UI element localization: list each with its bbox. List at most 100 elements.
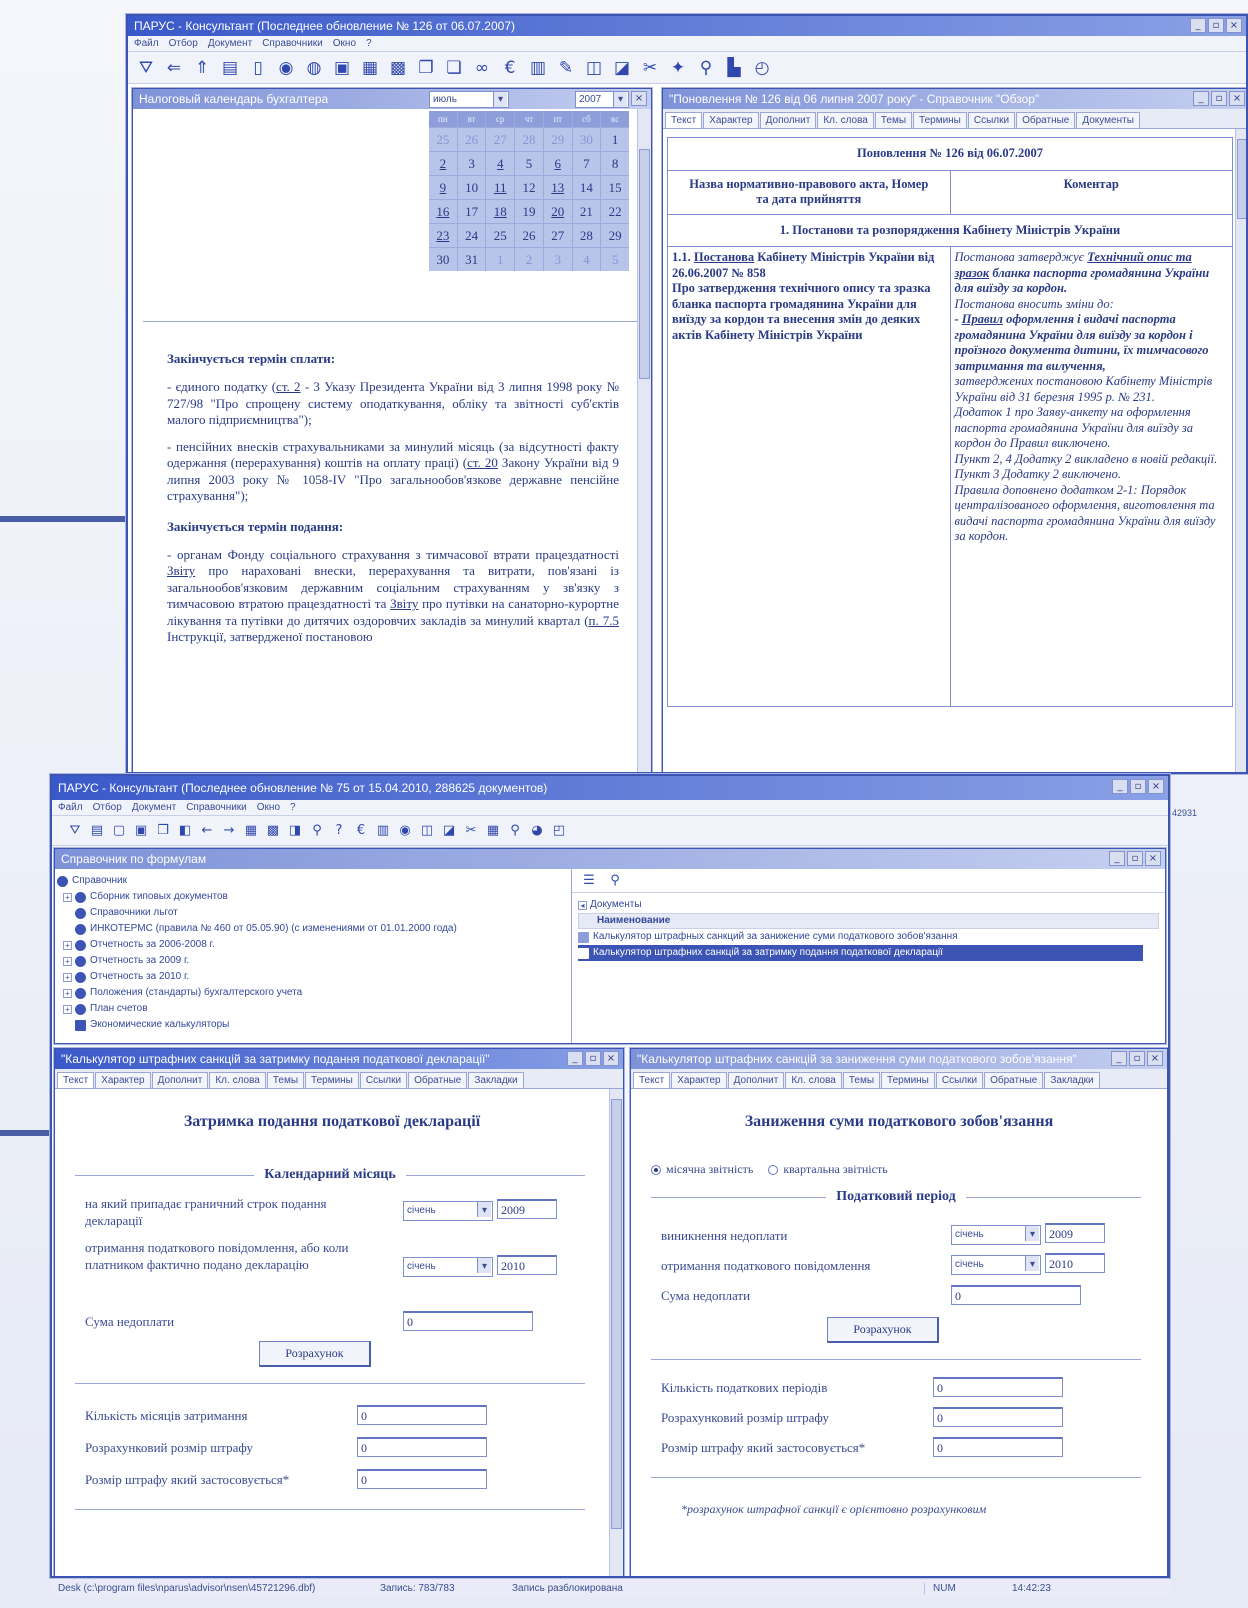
calc1-scrollbar[interactable] [609,1089,623,1576]
clock-icon[interactable]: ◴ [750,58,774,78]
ref-close-button[interactable]: × [1145,851,1161,866]
calc2-minimize-button[interactable]: _ [1111,1051,1127,1066]
calendar-day[interactable]: 15 [601,176,629,199]
calendar-day[interactable]: 3 [457,152,486,175]
ref-minimize-button[interactable]: _ [1109,851,1125,866]
menu-references[interactable]: Справочники [262,38,323,49]
calendar-day[interactable]: 10 [457,176,486,199]
calc2-month2-select[interactable]: січень [951,1255,1041,1275]
calendar-day[interactable]: 2 [429,152,457,175]
calendar-day[interactable]: 28 [572,224,601,247]
calendar-day[interactable]: 7 [572,152,601,175]
month-select[interactable]: июль [429,91,509,108]
calendar-day[interactable]: 1 [601,128,629,151]
tree-item[interactable]: Справочники льгот [57,905,569,921]
tools-icon[interactable]: ✂ [462,823,480,838]
update-window-titlebar[interactable]: "Поновлення № 126 від 06 липня 2007 року… [663,89,1246,109]
calendar-close-button[interactable]: × [631,91,647,106]
calc1-minimize-button[interactable]: _ [567,1051,583,1066]
calendar-day[interactable]: 23 [429,224,457,247]
link-rules[interactable]: Правил [962,312,1003,326]
calendar-day[interactable]: 22 [601,200,629,223]
radio-monthly[interactable] [651,1165,661,1176]
search-icon[interactable]: ⚲ [606,873,624,888]
menu-document[interactable]: Документ [132,802,176,813]
document-row-selected[interactable]: Калькулятор штрафних санкцій за затримку… [578,945,1143,961]
documents-icon[interactable]: ▤ [88,823,106,838]
currency-icon[interactable]: € [498,58,522,78]
tools-icon[interactable]: ✂ [638,58,662,78]
tab-links[interactable]: Ссылки [935,1072,984,1088]
calc1-titlebar[interactable]: "Калькулятор штрафних санкцій за затримк… [55,1049,623,1069]
cascade-icon[interactable]: ◪ [610,58,634,78]
calendar-day[interactable]: 29 [543,128,572,151]
calendar-scrollbar[interactable] [637,109,651,772]
calendar-day[interactable]: 3 [543,248,572,271]
menu-document[interactable]: Документ [208,38,252,49]
main-window-titlebar[interactable]: ПАРУС - Консультант (Последнее обновлени… [128,16,1246,36]
edit-icon[interactable]: ✎ [554,58,578,78]
minimize-button[interactable]: _ [1190,18,1206,33]
calendar-day[interactable]: 29 [601,224,629,247]
calendar-day[interactable]: 20 [543,200,572,223]
calc1-month1-select[interactable]: січень [403,1201,493,1221]
year-select[interactable]: 2007 [575,91,629,108]
preview-icon[interactable]: ◨ [286,823,304,838]
up-icon[interactable]: ⇑ [190,58,214,78]
calendar-day[interactable]: 9 [429,176,457,199]
document-icon[interactable]: ▯ [246,58,270,78]
tab-keywords[interactable]: Кл. слова [785,1072,842,1088]
link-art-20[interactable]: ст. 20 [467,455,498,470]
calc2-calculate-button[interactable]: Розрахунок [827,1317,939,1343]
tree-item-calculators[interactable]: Экономические калькуляторы [57,1017,569,1033]
save-icon[interactable]: ▦ [242,823,260,838]
calendar-day[interactable]: 16 [429,200,457,223]
calendar-day[interactable]: 21 [572,200,601,223]
expand-icon[interactable]: + [63,892,72,902]
menu-file[interactable]: Файл [58,802,83,813]
tab-terms[interactable]: Термины [881,1072,935,1088]
column-header[interactable]: Наименование [578,913,1159,929]
second-maximize-button[interactable]: ▫ [1130,779,1146,794]
expand-icon[interactable]: + [63,940,72,950]
cascade-icon[interactable]: ◪ [440,823,458,838]
calc2-month1-select[interactable]: січень [951,1225,1041,1245]
lock-icon[interactable]: ▣ [132,823,150,838]
maximize-button[interactable]: ▫ [1208,18,1224,33]
calendar-day[interactable]: 4 [572,248,601,271]
print-icon[interactable]: ▩ [264,823,282,838]
tab-terms[interactable]: Термины [913,112,967,128]
tab-additional[interactable]: Дополнит [759,112,817,128]
calendar-day[interactable]: 17 [457,200,486,223]
expand-icon[interactable]: + [63,988,72,998]
tab-backlinks[interactable]: Обратные [1016,112,1076,128]
globe-icon[interactable]: ◉ [396,823,414,838]
tab-terms[interactable]: Термины [305,1072,359,1088]
tree-item-root[interactable]: Справочник [57,873,569,889]
calc2-year1-input[interactable]: 2009 [1045,1223,1105,1243]
link-resolution[interactable]: Постанова [694,250,754,264]
link-art-2[interactable]: ст. 2 [276,379,301,394]
binoculars-icon[interactable]: ∞ [470,58,494,78]
tab-text[interactable]: Текст [665,112,703,128]
tab-themes[interactable]: Темы [842,1072,881,1088]
table-icon[interactable]: ▥ [374,823,392,838]
open-icon[interactable]: ▢ [110,823,128,838]
windows-icon[interactable]: ◫ [582,58,606,78]
tab-keywords[interactable]: Кл. слова [817,112,874,128]
calendar-day[interactable]: 11 [486,176,515,199]
calendar-day[interactable]: 31 [457,248,486,271]
tab-links[interactable]: Ссылки [967,112,1016,128]
calendar-day[interactable]: 25 [429,128,457,151]
tab-keywords[interactable]: Кл. слова [209,1072,266,1088]
calc1-maximize-button[interactable]: ▫ [585,1051,601,1066]
filter-icon[interactable]: ⛛ [66,823,84,838]
chart-bar-icon[interactable]: ▙ [722,58,746,78]
update-close-button[interactable]: × [1229,91,1245,106]
tab-backlinks[interactable]: Обратные [408,1072,468,1088]
calendar-day[interactable]: 25 [486,224,515,247]
calendar-day[interactable]: 1 [486,248,515,271]
tab-bookmarks[interactable]: Закладки [1044,1072,1100,1088]
back-arrow-icon[interactable]: ← [198,823,216,838]
calendar-day[interactable]: 24 [457,224,486,247]
